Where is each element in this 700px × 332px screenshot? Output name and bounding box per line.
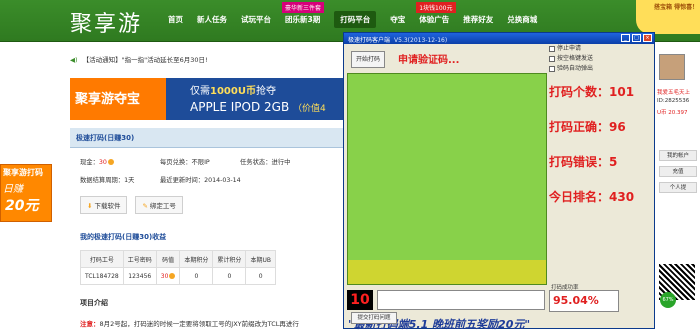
activity-notice[interactable]: ◀) 【活动通知】"指一指"活动延长至6月30日!: [70, 54, 340, 68]
user-id: ID:2825536: [657, 98, 690, 104]
banner-line1: 仅需1000U币抢夺: [190, 86, 276, 97]
nav-tuanle[interactable]: 豪华新三件套 团乐新3期: [282, 2, 325, 28]
captcha-client-window: 极速打码客户端 V5.3(2013-12-16) _ □ × 开始打码 申请验证码…: [343, 32, 655, 331]
download-icon: ⬇: [87, 202, 93, 210]
user-panel: 我爱五毛天上 ID:2825536 U币 20.397 我的帐户 充值 个人提: [655, 42, 700, 329]
nav-home[interactable]: 首页: [168, 14, 183, 28]
banner-brand: 聚享游夺宝: [70, 78, 166, 120]
income-table: 打码工号 工号密码 码值 本期积分 累计积分 本期UB TCL184728 123456 …: [80, 250, 276, 285]
nav-badge-tuanle: 豪华新三件套: [282, 2, 325, 13]
options-panel: 停止申请 按空格键发送 验码自动弹出: [549, 43, 593, 73]
left-ad-line3: 20元: [5, 198, 39, 214]
start-captcha-button[interactable]: 开始打码: [351, 51, 385, 68]
intro-title: 项目介绍: [80, 299, 108, 307]
left-float-ad[interactable]: 聚享游打码 日赚 20元: [0, 164, 52, 222]
status-hint: 申请验证码...: [398, 55, 460, 66]
captcha-strip: [348, 260, 546, 284]
nav-treasure[interactable]: 夺宝: [390, 14, 405, 28]
window-titlebar[interactable]: 极速打码客户端 V5.3(2013-12-16) _ □ ×: [344, 33, 654, 44]
nav-shop[interactable]: 兑换商城: [507, 14, 537, 28]
site-logo[interactable]: 聚享游: [70, 6, 142, 38]
error-stat: 打码错误：5: [549, 155, 618, 169]
intro-note: 注意：8月2号起，打码迷的时候一定要将领取工号的JXY前缀改为TCL再进行: [80, 320, 299, 328]
username: 我爱五毛天上: [657, 90, 691, 96]
close-icon[interactable]: ×: [643, 34, 652, 42]
left-ad-line1: 聚享游打码: [3, 168, 43, 177]
nav-referral[interactable]: 推荐好友: [463, 14, 493, 28]
stop-request-checkbox[interactable]: 停止申请: [549, 43, 593, 52]
stats-panel: 打码个数：101 打码正确：96 打码错误：5 今日排名：430: [549, 83, 634, 223]
task-info: 现金：30 每页兑换：不限IP 任务状态：进行中 数据结算周期：1天 最近更新时…: [80, 154, 346, 190]
countdown-timer: 10: [347, 290, 373, 310]
progress-indicator: 67%: [660, 292, 676, 308]
action-buttons: ⬇ 下载软件 ✎ 绑定工号: [80, 196, 191, 214]
left-ad-line2: 日赚: [3, 184, 23, 195]
treasure-box-text: 搭宝箱 得惊喜！: [654, 4, 699, 11]
download-software-button[interactable]: ⬇ 下载软件: [80, 196, 128, 214]
avatar[interactable]: [659, 54, 685, 80]
minimize-icon[interactable]: _: [621, 34, 630, 42]
table-row: TCL184728 123456 30 000: [80, 267, 276, 285]
coin-icon: [107, 159, 114, 165]
maximize-icon[interactable]: □: [632, 34, 641, 42]
coin-icon: [169, 273, 176, 279]
window-title: 极速打码客户端: [348, 37, 391, 44]
captcha-input[interactable]: [377, 290, 545, 310]
nav-new-tasks[interactable]: 新人任务: [197, 14, 227, 28]
rank-stat: 今日排名：430: [549, 190, 635, 204]
income-title: 我的极速打码(日赚30)收益: [80, 233, 167, 241]
bind-icon: ✎: [142, 202, 148, 210]
submit-problem-button[interactable]: 提交打码问题: [351, 312, 397, 324]
count-stat: 打码个数：101: [549, 85, 635, 99]
withdraw-button[interactable]: 个人提: [659, 182, 697, 193]
nav-ads[interactable]: 1块钱100元 体验广告: [416, 2, 456, 28]
space-send-checkbox[interactable]: 按空格键发送: [549, 53, 593, 62]
speaker-icon: ◀): [70, 56, 78, 64]
recharge-button[interactable]: 充值: [659, 166, 697, 177]
treasure-box-badge[interactable]: 搭宝箱 得惊喜！: [636, 0, 700, 34]
info-row: 数据结算周期：1天 最近更新时间：2014-03-14: [80, 177, 241, 184]
my-account-button[interactable]: 我的帐户: [659, 150, 697, 161]
captcha-image-area: [347, 73, 547, 285]
success-rate-value: 95.04%: [549, 290, 619, 312]
window-version: V5.3(2013-12-16): [394, 37, 448, 44]
auto-popup-checkbox[interactable]: 验码自动弹出: [549, 63, 593, 72]
balance: U币 20.397: [657, 110, 688, 116]
nav-captcha-platform[interactable]: 打码平台: [334, 11, 377, 28]
nav-trial[interactable]: 试玩平台: [241, 14, 271, 28]
banner-line2: APPLE IPOD 2GB （价值4: [190, 100, 326, 114]
section-title: 极速打码(日赚30): [70, 128, 346, 148]
info-row: 现金：30 每页兑换：不限IP 任务状态：进行中: [80, 159, 291, 166]
bind-worker-id-button[interactable]: ✎ 绑定工号: [135, 196, 183, 214]
main-nav: 首页 新人任务 试玩平台 豪华新三件套 团乐新3期 打码平台 夺宝 1块钱100…: [168, 2, 551, 28]
correct-stat: 打码正确：96: [549, 120, 626, 134]
promo-banner[interactable]: 聚享游夺宝 仅需1000U币抢夺 APPLE IPOD 2GB （价值4: [70, 78, 346, 120]
nav-badge-ads: 1块钱100元: [416, 2, 456, 13]
